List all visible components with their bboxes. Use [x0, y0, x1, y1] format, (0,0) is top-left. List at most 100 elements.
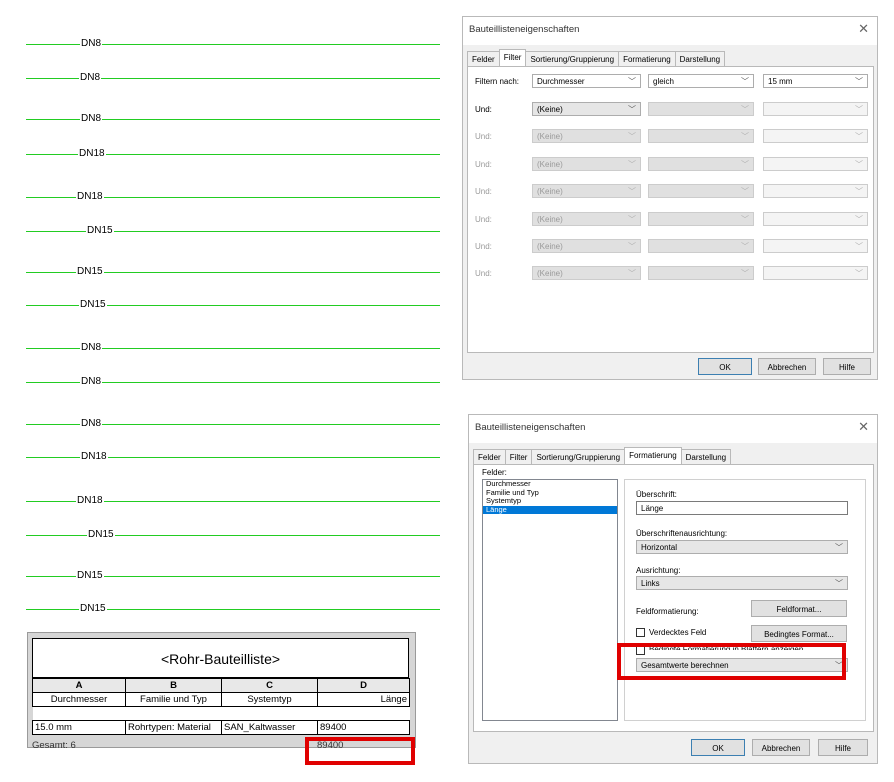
- and-operator-select: ﹀: [648, 212, 754, 226]
- pipe-line[interactable]: DN18: [26, 190, 440, 203]
- chevron-down-icon: ﹀: [628, 269, 636, 278]
- field-format-button[interactable]: Feldformat...: [751, 600, 847, 617]
- column-letters-row: A B C D: [32, 678, 410, 693]
- heading-alignment-select[interactable]: Horizontal ﹀: [636, 540, 848, 554]
- tab-formatting[interactable]: Formatierung: [624, 447, 682, 465]
- and-operator-select: ﹀: [648, 266, 754, 280]
- ok-button[interactable]: OK: [691, 739, 745, 756]
- table-cell[interactable]: Rohrtypen: Material: [125, 720, 222, 735]
- alignment-label: Ausrichtung:: [636, 566, 681, 575]
- chevron-down-icon: ﹀: [741, 160, 749, 169]
- pipe-line[interactable]: DN15: [26, 298, 440, 311]
- filter-panel: Filtern nach: Durchmesser ﹀ gleich ﹀ 15 mm…: [467, 66, 874, 353]
- chevron-down-icon: ﹀: [855, 77, 863, 86]
- pipe-label: DN8: [80, 112, 103, 125]
- column-header[interactable]: Länge: [317, 692, 410, 707]
- column-letter: B: [125, 678, 222, 693]
- close-icon[interactable]: ✕: [858, 21, 869, 37]
- conditional-format-button[interactable]: Bedingtes Format...: [751, 625, 847, 642]
- hidden-field-checkbox[interactable]: [636, 628, 645, 637]
- spacer-row: [32, 706, 410, 721]
- chevron-down-icon: ﹀: [628, 132, 636, 141]
- field-format-label: Feldformatierung:: [636, 607, 699, 616]
- table-cell[interactable]: 89400: [317, 720, 410, 735]
- schedule-properties-dialog-formatting: Bauteillisteneigenschaften ✕ Felder Filt…: [468, 414, 878, 764]
- and-label: Und:: [475, 132, 492, 141]
- pipe-line[interactable]: DN8: [26, 341, 440, 354]
- tab-sorting[interactable]: Sortierung/Gruppierung: [525, 51, 620, 67]
- pipe-line[interactable]: DN15: [26, 602, 440, 615]
- header-row: Durchmesser Familie und Typ Systemtyp Lä…: [32, 692, 410, 707]
- pipe-label: DN15: [76, 265, 104, 278]
- filter-by-label: Filtern nach:: [475, 77, 520, 86]
- dialog-titlebar: Bauteillisteneigenschaften ✕: [463, 17, 877, 45]
- cancel-button[interactable]: Abbrechen: [752, 739, 810, 756]
- chevron-down-icon: ﹀: [855, 187, 863, 196]
- pipe-label: DN15: [86, 224, 114, 237]
- and-value-select: ﹀: [763, 184, 868, 198]
- filter-field-select[interactable]: Durchmesser ﹀: [532, 74, 641, 88]
- pipe-label: DN15: [79, 602, 107, 615]
- pipe-line[interactable]: DN8: [26, 112, 440, 125]
- tab-fields[interactable]: Felder: [473, 449, 506, 465]
- tab-appearance[interactable]: Darstellung: [680, 449, 732, 465]
- and-field-select: (Keine) ﹀: [532, 129, 641, 143]
- dialog-title: Bauteillisteneigenschaften: [469, 24, 580, 35]
- pipe-line[interactable]: DN8: [26, 417, 440, 430]
- and-field-select[interactable]: (Keine) ﹀: [532, 102, 641, 116]
- heading-input[interactable]: Länge: [636, 501, 848, 515]
- fields-label: Felder:: [482, 468, 507, 477]
- help-button[interactable]: Hilfe: [823, 358, 871, 375]
- list-item-selected[interactable]: Länge: [483, 505, 617, 514]
- pipe-line[interactable]: DN18: [26, 147, 440, 160]
- table-cell[interactable]: 15.0 mm: [32, 720, 126, 735]
- tab-filter[interactable]: Filter: [498, 49, 527, 67]
- and-field-select: (Keine) ﹀: [532, 239, 641, 253]
- filter-value-select[interactable]: 15 mm ﹀: [763, 74, 868, 88]
- dialog-title: Bauteillisteneigenschaften: [475, 422, 586, 433]
- and-value-select: ﹀: [763, 102, 868, 116]
- tab-fields[interactable]: Felder: [467, 51, 500, 67]
- tab-sorting[interactable]: Sortierung/Gruppierung: [531, 449, 626, 465]
- pipe-line[interactable]: DN8: [26, 375, 440, 388]
- tab-filter[interactable]: Filter: [504, 449, 533, 465]
- schedule-properties-dialog-filter: Bauteillisteneigenschaften ✕ Felder Filt…: [462, 16, 878, 380]
- and-field-select: (Keine) ﹀: [532, 212, 641, 226]
- cancel-button[interactable]: Abbrechen: [758, 358, 816, 375]
- alignment-select[interactable]: Links ﹀: [636, 576, 848, 590]
- pipe-label: DN8: [80, 417, 103, 430]
- heading-label: Überschrift:: [636, 490, 677, 499]
- help-button[interactable]: Hilfe: [818, 739, 868, 756]
- chevron-down-icon: ﹀: [628, 242, 636, 251]
- chevron-down-icon: ﹀: [741, 215, 749, 224]
- filter-operator-select[interactable]: gleich ﹀: [648, 74, 754, 88]
- and-operator-select: ﹀: [648, 129, 754, 143]
- and-label: Und:: [475, 187, 492, 196]
- column-letter: A: [32, 678, 126, 693]
- close-icon[interactable]: ✕: [858, 419, 869, 435]
- pipe-line[interactable]: DN15: [26, 528, 440, 541]
- chevron-down-icon: ﹀: [855, 132, 863, 141]
- column-header[interactable]: Durchmesser: [32, 692, 126, 707]
- tab-appearance[interactable]: Darstellung: [674, 51, 726, 67]
- tab-formatting[interactable]: Formatierung: [618, 51, 676, 67]
- hidden-field-label: Verdecktes Feld: [649, 628, 707, 637]
- column-header[interactable]: Systemtyp: [221, 692, 318, 707]
- column-header[interactable]: Familie und Typ: [125, 692, 222, 707]
- pipe-line[interactable]: DN8: [26, 71, 440, 84]
- and-operator-select: ﹀: [648, 239, 754, 253]
- pipe-line[interactable]: DN8: [26, 37, 440, 50]
- chevron-down-icon: ﹀: [835, 543, 843, 552]
- fields-listbox[interactable]: Durchmesser Familie und Typ Systemtyp Lä…: [482, 479, 618, 721]
- pipe-line[interactable]: DN15: [26, 265, 440, 278]
- pipe-line[interactable]: DN15: [26, 224, 440, 237]
- ok-button[interactable]: OK: [698, 358, 752, 375]
- pipe-label: DN18: [76, 190, 104, 203]
- table-row[interactable]: 15.0 mm Rohrtypen: Material SAN_Kaltwass…: [32, 720, 410, 735]
- pipe-line[interactable]: DN18: [26, 450, 440, 463]
- pipe-line[interactable]: DN15: [26, 569, 440, 582]
- pipe-label: DN18: [80, 450, 108, 463]
- and-label: Und:: [475, 242, 492, 251]
- table-cell[interactable]: SAN_Kaltwasser: [221, 720, 318, 735]
- pipe-line[interactable]: DN18: [26, 494, 440, 507]
